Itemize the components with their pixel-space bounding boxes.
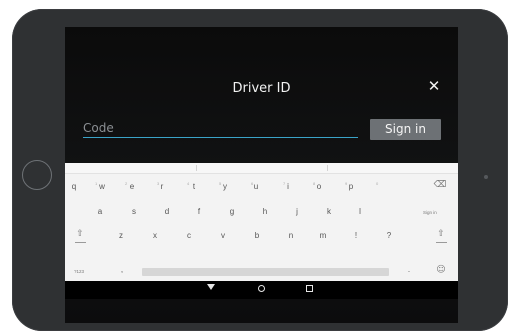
key-v[interactable]: v <box>214 231 232 240</box>
key-w[interactable]: w <box>93 182 111 191</box>
symbols-key[interactable]: ?123 <box>74 269 84 274</box>
space-bar[interactable] <box>142 268 389 276</box>
front-sensor <box>484 175 488 179</box>
key-y[interactable]: y <box>216 182 234 191</box>
key-a[interactable]: a <box>91 207 109 216</box>
key-l[interactable]: l <box>351 207 369 216</box>
key-r[interactable]: r <box>153 182 171 191</box>
key-comma[interactable]: , <box>113 265 131 274</box>
key-e[interactable]: e <box>123 182 141 191</box>
key-m[interactable]: m <box>314 231 332 240</box>
dialog-title: Driver ID <box>232 81 291 96</box>
key-d[interactable]: d <box>158 207 176 216</box>
emoji-icon[interactable]: ☺ <box>434 265 448 275</box>
key-o[interactable]: o <box>310 182 328 191</box>
key-t[interactable]: t <box>185 182 203 191</box>
key-exclamation[interactable]: ! <box>347 231 365 240</box>
key-f[interactable]: f <box>190 207 208 216</box>
key-u[interactable]: u <box>247 182 265 191</box>
key-x[interactable]: x <box>146 231 164 240</box>
shift-left-icon[interactable]: ⇧ <box>73 229 87 239</box>
shift-underline <box>75 242 86 243</box>
key-c[interactable]: c <box>180 231 198 240</box>
key-s[interactable]: s <box>125 207 143 216</box>
device-screen: Driver ID ✕ Code Sign in q 1 w 2 e 3 r 4… <box>65 27 458 323</box>
key-i[interactable]: i <box>279 182 297 191</box>
key-b[interactable]: b <box>248 231 266 240</box>
back-icon[interactable] <box>207 284 215 290</box>
shift-underline <box>436 242 447 243</box>
suggestion-strip <box>65 163 458 174</box>
key-k[interactable]: k <box>320 207 338 216</box>
suggestion-divider <box>327 165 328 171</box>
key-hint: 0 <box>376 181 379 186</box>
key-question[interactable]: ? <box>380 231 398 240</box>
home-icon[interactable] <box>258 285 265 292</box>
shift-right-icon[interactable]: ⇧ <box>434 229 448 239</box>
key-z[interactable]: z <box>112 231 130 240</box>
keyboard-sign-in-key[interactable]: Sign in <box>423 210 437 215</box>
on-screen-keyboard: q 1 w 2 e 3 r 4 t 5 y 6 u 7 i 8 o 9 p 0 … <box>65 163 458 281</box>
recents-icon[interactable] <box>306 285 313 292</box>
backspace-icon[interactable]: ⌫ <box>433 180 447 190</box>
key-h[interactable]: h <box>256 207 274 216</box>
key-q[interactable]: q <box>65 182 83 191</box>
key-j[interactable]: j <box>288 207 306 216</box>
suggestion-divider <box>196 165 197 171</box>
sign-in-button[interactable]: Sign in <box>370 119 441 140</box>
key-period[interactable]: . <box>400 265 418 274</box>
close-icon[interactable]: ✕ <box>426 78 442 94</box>
key-p[interactable]: p <box>342 182 360 191</box>
hardware-home-button[interactable] <box>22 160 52 190</box>
key-n[interactable]: n <box>282 231 300 240</box>
key-g[interactable]: g <box>223 207 241 216</box>
code-input[interactable]: Code <box>83 119 358 138</box>
